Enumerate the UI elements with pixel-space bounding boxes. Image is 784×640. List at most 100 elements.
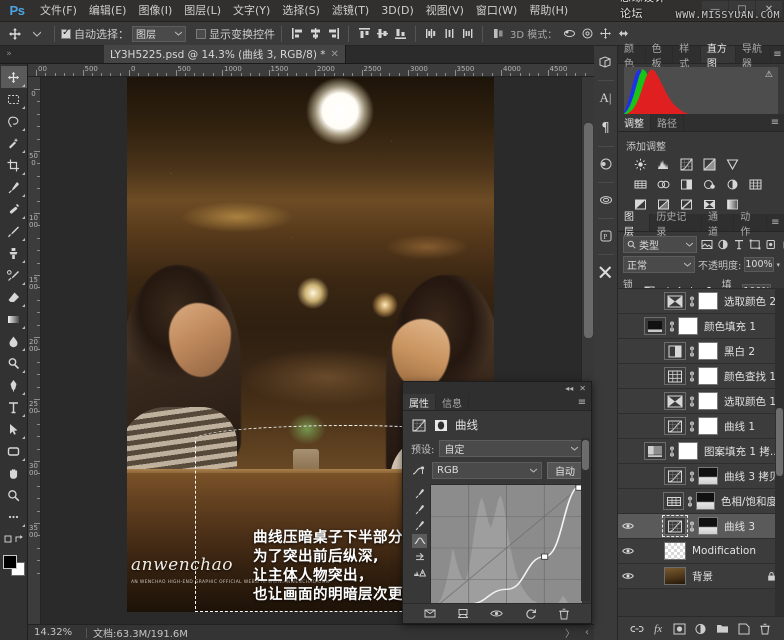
layer-style-icon[interactable]: fx xyxy=(650,621,666,637)
layer-mask-thumbnail[interactable] xyxy=(698,367,718,385)
layer-mask-thumbnail[interactable] xyxy=(678,317,698,335)
pen-tool[interactable] xyxy=(1,374,27,396)
rectangle-tool[interactable] xyxy=(1,440,27,462)
layer-thumbnail[interactable] xyxy=(664,417,686,435)
tab-navigator[interactable]: 导航器 xyxy=(736,44,771,70)
properties-scroll-thumb[interactable] xyxy=(582,440,589,470)
align-right-edges-icon[interactable] xyxy=(324,25,342,43)
tab-layers[interactable]: 图层 xyxy=(618,212,651,238)
mask-link-icon[interactable] xyxy=(688,370,698,382)
color-balance-icon[interactable] xyxy=(655,177,671,191)
table-row[interactable]: 颜色查找 1 xyxy=(618,364,784,389)
white-point-eyedropper[interactable] xyxy=(412,518,427,532)
pan-3d-icon[interactable] xyxy=(596,25,614,43)
filter-type-icon[interactable] xyxy=(733,237,745,252)
photo-filter-icon[interactable] xyxy=(701,177,717,191)
dodge-tool[interactable] xyxy=(1,352,27,374)
blend-mode-dropdown[interactable]: 正常 xyxy=(623,256,695,273)
auto-select-checkbox[interactable] xyxy=(61,27,71,39)
layer-mask-thumbnail[interactable] xyxy=(698,292,718,310)
filter-pixel-icon[interactable] xyxy=(701,237,713,252)
filter-shape-icon[interactable] xyxy=(749,237,761,252)
rotate-3d-icon[interactable] xyxy=(560,25,578,43)
tab-properties[interactable]: 属性 xyxy=(403,394,436,410)
table-row[interactable]: 颜色填充 1 xyxy=(618,314,784,339)
opacity-value[interactable]: 100% xyxy=(744,257,774,272)
curve-pencil-icon[interactable] xyxy=(411,465,427,477)
auto-button[interactable]: 自动 xyxy=(547,462,583,479)
layer-thumbnail[interactable] xyxy=(664,567,686,585)
brush-presets-icon[interactable]: P xyxy=(595,224,617,248)
curve-control-point[interactable] xyxy=(541,553,549,560)
tab-paths[interactable]: 路径 xyxy=(651,114,684,131)
marquee-tool[interactable] xyxy=(1,88,27,110)
eyedropper-tool[interactable] xyxy=(1,176,27,198)
black-point-eyedropper[interactable] xyxy=(412,486,427,500)
mask-link-icon[interactable] xyxy=(688,470,698,482)
show-transform-checkbox[interactable] xyxy=(196,28,206,39)
channel-mixer-icon[interactable] xyxy=(724,177,740,191)
mask-link-icon[interactable] xyxy=(688,295,698,307)
new-group-icon[interactable] xyxy=(714,621,730,637)
layer-visibility-toggle[interactable] xyxy=(618,314,638,339)
foreground-color-swatch[interactable] xyxy=(2,555,17,569)
layer-visibility-toggle[interactable] xyxy=(618,289,638,314)
histogram-panel-menu-icon[interactable]: ≡ xyxy=(771,46,784,63)
layer-mask-thumbnail[interactable] xyxy=(698,517,718,535)
filter-adjustment-icon[interactable] xyxy=(717,237,729,252)
show-transform-checkbox-group[interactable]: 显示变换控件 xyxy=(196,26,275,42)
tab-actions[interactable]: 动作 xyxy=(734,212,767,238)
quick-selection-tool[interactable] xyxy=(1,132,27,154)
gradient-tool[interactable] xyxy=(1,308,27,330)
link-layers-icon[interactable] xyxy=(629,621,645,637)
ruler-vertical[interactable]: 0 500 1000 1500 2000 2500 3000 3500 xyxy=(28,77,41,624)
properties-scrollbar[interactable] xyxy=(581,438,590,601)
tab-histogram[interactable]: 直方图 xyxy=(700,44,736,70)
properties-panel-menu-icon[interactable]: ≡ xyxy=(573,394,591,410)
table-row[interactable]: 图案填充 1 拷... xyxy=(618,439,784,464)
layer-visibility-toggle[interactable] xyxy=(618,339,638,364)
move-tool-icon[interactable] xyxy=(4,25,26,43)
mask-link-icon[interactable] xyxy=(686,495,696,507)
brightness-contrast-icon[interactable] xyxy=(632,157,648,171)
menu-layer[interactable]: 图层(L) xyxy=(178,0,227,22)
properties-title-bar[interactable]: ◂◂ ✕ xyxy=(403,382,591,394)
black-white-icon[interactable] xyxy=(678,177,694,191)
tab-adjustments[interactable]: 调整 xyxy=(618,114,651,131)
delete-icon[interactable] xyxy=(557,607,571,621)
properties-close-icon[interactable]: ✕ xyxy=(579,384,586,393)
table-row[interactable]: 曲线 1 xyxy=(618,414,784,439)
histogram-warning-icon[interactable]: ⚠ xyxy=(765,70,773,80)
status-collapse-icon[interactable]: ‹ xyxy=(580,627,594,638)
mask-link-icon[interactable] xyxy=(668,445,678,457)
menu-3d[interactable]: 3D(D) xyxy=(375,0,420,22)
layers-scrollbar[interactable] xyxy=(775,288,784,616)
curves-icon[interactable] xyxy=(411,418,427,432)
opacity-chevron-icon[interactable]: ▾ xyxy=(777,261,781,269)
maximize-button[interactable]: □ xyxy=(729,1,755,17)
table-row[interactable]: 曲线 3 xyxy=(618,514,784,539)
minimize-button[interactable]: — xyxy=(702,1,728,17)
add-mask-icon[interactable] xyxy=(672,621,688,637)
mask-link-icon[interactable] xyxy=(688,520,698,532)
layer-thumbnail[interactable] xyxy=(644,442,666,460)
table-row[interactable]: Modification xyxy=(618,539,784,564)
view-previous-icon[interactable] xyxy=(423,607,437,621)
color-swatches[interactable] xyxy=(1,554,27,578)
auto-select-checkbox-group[interactable]: 自动选择： xyxy=(61,26,129,42)
screen-mode-icons[interactable] xyxy=(1,528,27,550)
filter-smart-icon[interactable] xyxy=(765,237,777,252)
gray-point-eyedropper[interactable] xyxy=(412,502,427,516)
styles-icon[interactable] xyxy=(595,188,617,212)
crop-tool[interactable] xyxy=(1,154,27,176)
mask-link-icon[interactable] xyxy=(688,395,698,407)
curves-editor[interactable] xyxy=(411,484,583,612)
healing-brush-tool[interactable] xyxy=(1,198,27,220)
layer-mask-thumbnail[interactable] xyxy=(698,417,718,435)
close-button[interactable]: ✕ xyxy=(756,1,782,17)
layers-scroll-thumb[interactable] xyxy=(776,408,783,476)
table-row[interactable]: 曲线 3 拷贝 xyxy=(618,464,784,489)
adjustments-panel-menu-icon[interactable]: ≡ xyxy=(766,114,784,131)
adjustments-icon[interactable] xyxy=(595,152,617,176)
menu-window[interactable]: 窗口(W) xyxy=(470,0,523,22)
